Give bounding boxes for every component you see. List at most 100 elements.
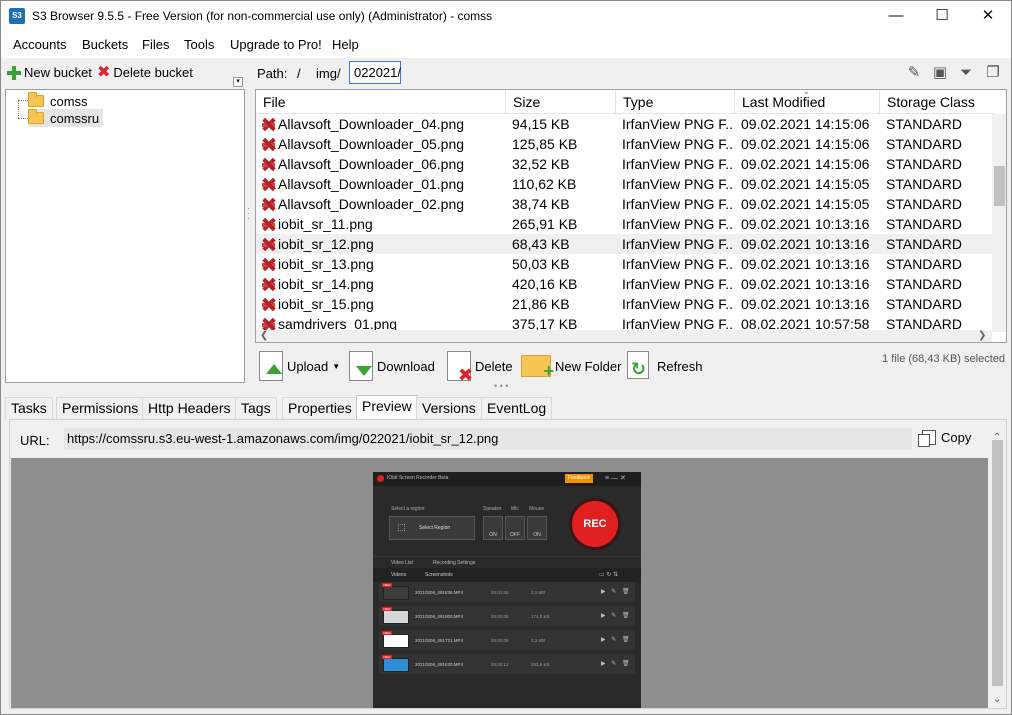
toolbar-overflow-icon[interactable]: ▾: [233, 77, 243, 87]
tab-versions[interactable]: Versions: [416, 397, 482, 419]
storage-cell: STANDARD: [886, 296, 962, 312]
menu-accounts[interactable]: Accounts: [13, 37, 66, 52]
selection-status: 1 file (68,43 KB) selected: [882, 353, 1005, 365]
table-row[interactable]: Allavsoft_Downloader_06.png 32,52 KB Irfan…: [256, 154, 992, 174]
rec-name: 20210209_091630.MP4: [415, 662, 464, 667]
file-list-scrollbar[interactable]: [992, 114, 1006, 332]
tab-http-headers[interactable]: Http Headers: [142, 397, 237, 419]
column-file[interactable]: File: [256, 90, 506, 114]
maximize-button[interactable]: ☐: [919, 1, 965, 31]
bucket-name: comss: [50, 93, 88, 109]
storage-cell: STANDARD: [886, 236, 962, 252]
scrollbar-thumb[interactable]: [992, 440, 1003, 686]
copy-url-button[interactable]: Copy: [918, 430, 971, 447]
menu-help[interactable]: Help: [332, 37, 359, 52]
type-cell: IrfanView PNG F...: [622, 136, 734, 152]
new-bucket-button[interactable]: New bucket: [7, 65, 92, 80]
storage-cell: STANDARD: [886, 116, 962, 132]
rec-size: 3,3 MB: [531, 638, 546, 643]
size-cell: 110,62 KB: [512, 176, 577, 192]
copy-window-icon[interactable]: ❐: [984, 64, 1002, 82]
path-segment-img[interactable]: img/: [316, 66, 341, 81]
scroll-left-icon[interactable]: ❮: [260, 330, 268, 341]
tab-preview[interactable]: Preview: [356, 395, 418, 419]
path-root-link[interactable]: /: [297, 66, 301, 81]
rec-duration: 00:00:12: [491, 662, 509, 667]
delete-bucket-button[interactable]: ✖ Delete bucket: [97, 64, 193, 80]
png-file-icon: [261, 197, 276, 212]
file-name: Allavsoft_Downloader_02.png: [278, 196, 465, 212]
dropdown-arrow-icon[interactable]: ▼: [332, 362, 340, 371]
column-size[interactable]: Size: [506, 90, 616, 114]
vertical-splitter-handle[interactable]: · · ·: [247, 204, 253, 223]
size-cell: 32,52 KB: [512, 156, 570, 172]
table-row[interactable]: iobit_sr_13.png 50,03 KB IrfanView PNG F..…: [256, 254, 992, 274]
minimize-button[interactable]: —: [873, 1, 919, 31]
rec-new-badge: NEW: [382, 607, 392, 611]
storage-cell: STANDARD: [886, 276, 962, 292]
type-cell: IrfanView PNG F...: [622, 176, 734, 192]
storage-cell: STANDARD: [886, 176, 962, 192]
url-field[interactable]: https://comssru.s3.eu-west-1.amazonaws.c…: [64, 428, 912, 450]
menu-files[interactable]: Files: [142, 37, 169, 52]
file-list-hscrollbar[interactable]: ❮ ❯: [256, 330, 992, 342]
filter-box-icon[interactable]: ▣: [931, 64, 949, 82]
tab-eventlog[interactable]: EventLog: [481, 397, 553, 419]
rec-speaker-label: Speaker: [483, 506, 502, 512]
tab-tags[interactable]: Tags: [235, 397, 277, 419]
file-cell: Allavsoft_Downloader_05.png: [261, 135, 504, 154]
close-button[interactable]: ✕: [965, 1, 1011, 31]
funnel-icon[interactable]: ⏷: [957, 64, 975, 82]
menu-tools[interactable]: Tools: [184, 37, 214, 52]
file-name: iobit_sr_13.png: [278, 256, 374, 272]
bucket-toolbar: New bucket ✖ Delete bucket ▾: [1, 59, 247, 87]
scrollbar-thumb[interactable]: [994, 166, 1005, 206]
path-current-input[interactable]: 022021/: [349, 61, 401, 84]
rec-list-item: NEW 20210209_091721.MP4 00:00:09 3,3 MB ▶ ✎ …: [379, 630, 635, 651]
delete-button[interactable]: ✖ Delete: [447, 349, 513, 384]
file-cell: Allavsoft_Downloader_02.png: [261, 195, 504, 214]
menu-buckets[interactable]: Buckets: [82, 37, 128, 52]
download-button[interactable]: Download: [349, 349, 435, 383]
preview-image: IObit Screen Recorder Beta Feedback ≡ — …: [373, 472, 641, 708]
rec-duration: 00:00:09: [491, 638, 509, 643]
rec-mic-toggle: OFF: [505, 516, 525, 540]
rec-folder-icon: ▭ ↻ ⇅: [599, 572, 619, 578]
scroll-right-icon[interactable]: ❯: [978, 330, 986, 341]
type-cell: IrfanView PNG F...: [622, 156, 734, 172]
rec-thumbnail: [383, 634, 409, 648]
tab-permissions[interactable]: Permissions: [56, 397, 145, 419]
rec-actions-icon: ▶ ✎ 🗑: [601, 613, 632, 619]
table-row[interactable]: iobit_sr_15.png 21,86 KB IrfanView PNG F..…: [256, 294, 992, 314]
scroll-down-icon[interactable]: ⌄: [993, 694, 1001, 705]
rec-mouse-toggle: ON: [527, 516, 547, 540]
menu-upgrade[interactable]: Upgrade to Pro!: [230, 37, 322, 52]
new-bucket-label: New bucket: [24, 65, 92, 80]
table-row[interactable]: Allavsoft_Downloader_05.png 125,85 KB Irfa…: [256, 134, 992, 154]
new-folder-icon: +: [521, 355, 554, 380]
table-row[interactable]: iobit_sr_14.png 420,16 KB IrfanView PNG F.…: [256, 274, 992, 294]
bucket-item-comss[interactable]: comss: [28, 92, 88, 110]
tab-tasks[interactable]: Tasks: [5, 397, 53, 419]
table-row[interactable]: iobit_sr_12.png 68,43 KB IrfanView PNG F..…: [256, 234, 992, 254]
size-cell: 68,43 KB: [512, 236, 570, 252]
table-row[interactable]: iobit_sr_11.png 265,91 KB IrfanView PNG F.…: [256, 214, 992, 234]
pencil-icon[interactable]: ✎: [905, 64, 923, 82]
column-storage-class[interactable]: Storage Class: [880, 90, 994, 114]
type-cell: IrfanView PNG F...: [622, 236, 734, 252]
bucket-item-comssru[interactable]: comssru: [28, 109, 104, 127]
table-row[interactable]: Allavsoft_Downloader_02.png 38,74 KB Irfan…: [256, 194, 992, 214]
file-action-toolbar: Upload ▼ Download ✖ Delete + New Folder …: [255, 345, 1011, 385]
tab-properties[interactable]: Properties: [282, 397, 358, 419]
new-folder-button[interactable]: + New Folder: [521, 349, 621, 383]
preview-scrollbar[interactable]: ⌃ ⌄: [989, 432, 1006, 708]
file-cell: iobit_sr_11.png: [261, 215, 504, 234]
upload-button[interactable]: Upload ▼: [259, 349, 340, 383]
column-type[interactable]: Type: [616, 90, 735, 114]
refresh-label: Refresh: [657, 358, 703, 374]
table-row[interactable]: Allavsoft_Downloader_01.png 110,62 KB Irfa…: [256, 174, 992, 194]
delete-bucket-label: Delete bucket: [113, 65, 193, 80]
refresh-button[interactable]: ↻ Refresh: [625, 349, 703, 383]
type-cell: IrfanView PNG F...: [622, 296, 734, 312]
table-row[interactable]: Allavsoft_Downloader_04.png 94,15 KB Irfan…: [256, 114, 992, 134]
